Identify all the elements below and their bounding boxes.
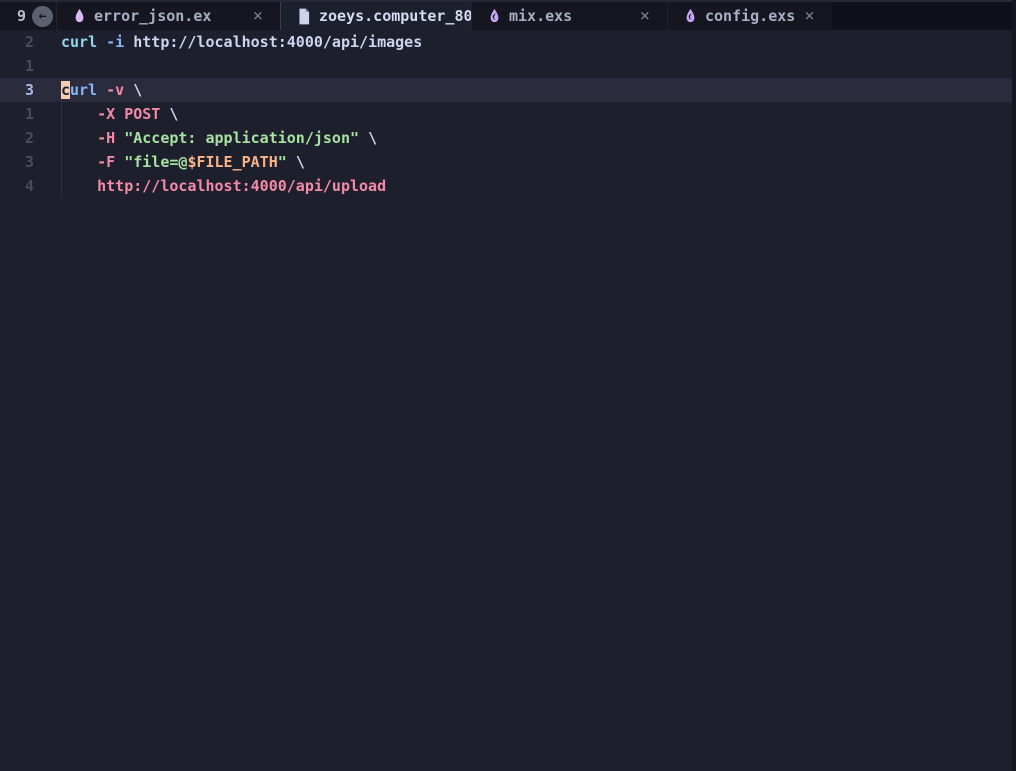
code-area: 2 curl -i http://localhost:4000/api/image… — [0, 30, 1016, 198]
code-line[interactable]: 2 -H "Accept: application/json" \ — [0, 126, 1016, 150]
code-token: \ — [296, 153, 305, 171]
code-text: curl -v \ — [61, 78, 142, 102]
line-number: 3 — [0, 78, 34, 102]
code-token: \ — [169, 105, 178, 123]
tab-label: zoeys.computer_80 — [319, 7, 471, 25]
code-token: -i — [106, 33, 124, 51]
code-token — [359, 129, 368, 147]
code-token: " — [278, 153, 287, 171]
code-token: \ — [368, 129, 377, 147]
code-line[interactable]: 3 -F "file=@$FILE_PATH" \ — [0, 150, 1016, 174]
tab-bar-left-controls: 9 ← — [0, 2, 56, 30]
code-text: -X POST \ — [61, 102, 178, 126]
line-number: 2 — [0, 30, 34, 54]
tab-config-exs[interactable]: config.exs × — [667, 2, 832, 30]
code-text: -H "Accept: application/json" \ — [61, 126, 377, 150]
elixir-script-icon — [684, 8, 697, 25]
tab-bar-empty-space — [832, 2, 1016, 30]
tab-error-json-ex[interactable]: error_json.ex × — [56, 2, 280, 30]
back-button[interactable]: ← — [32, 6, 53, 27]
line-number: 2 — [0, 126, 34, 150]
code-text: -F "file=@$FILE_PATH" \ — [61, 150, 305, 174]
line-number: 1 — [0, 102, 34, 126]
code-token — [61, 105, 97, 123]
back-arrow-icon: ← — [39, 6, 47, 27]
code-token — [97, 81, 106, 99]
text-cursor: c — [61, 81, 70, 99]
code-token — [115, 153, 124, 171]
code-text: http://localhost:4000/api/upload — [61, 174, 386, 198]
code-token: \ — [133, 81, 142, 99]
code-line[interactable]: 3 curl -v \ — [0, 78, 1016, 102]
tab-label: mix.exs — [509, 7, 572, 25]
code-token — [97, 33, 106, 51]
code-token — [124, 81, 133, 99]
code-token: url — [70, 81, 97, 99]
elixir-droplet-icon — [73, 8, 86, 25]
code-line[interactable]: 1 — [0, 54, 1016, 78]
window-right-edge — [1012, 0, 1016, 771]
tab-zoeys-computer[interactable]: zoeys.computer_80… × — [280, 2, 471, 30]
code-token: -v — [106, 81, 124, 99]
close-icon[interactable]: × — [639, 8, 651, 25]
code-token — [61, 129, 97, 147]
close-icon[interactable]: × — [252, 8, 264, 25]
tab-label: config.exs — [705, 7, 795, 25]
code-token: http://localhost:4000/api/images — [124, 33, 422, 51]
code-token — [287, 153, 296, 171]
editor-pane[interactable]: 2 curl -i http://localhost:4000/api/image… — [0, 30, 1016, 771]
code-token — [115, 129, 124, 147]
code-line[interactable]: 1 -X POST \ — [0, 102, 1016, 126]
code-token: "file=@ — [124, 153, 187, 171]
pane-indicator: 9 — [17, 7, 26, 25]
tab-label: error_json.ex — [94, 7, 211, 25]
code-token: -F — [97, 153, 115, 171]
code-token: curl — [61, 33, 97, 51]
code-token — [61, 177, 97, 195]
code-token: http://localhost:4000/api/upload — [97, 177, 386, 195]
line-number: 3 — [0, 150, 34, 174]
code-token — [61, 153, 97, 171]
line-number: 4 — [0, 174, 34, 198]
elixir-script-icon — [488, 8, 501, 25]
file-document-icon — [297, 8, 311, 25]
tab-bar: 9 ← error_json.ex × zoeys.computer_80… ×… — [0, 0, 1016, 30]
close-icon[interactable]: × — [803, 8, 815, 25]
code-token: -H — [97, 129, 115, 147]
line-number: 1 — [0, 54, 34, 78]
code-text: curl -i http://localhost:4000/api/images — [61, 30, 422, 54]
code-line[interactable]: 4 http://localhost:4000/api/upload — [0, 174, 1016, 198]
code-token: -X POST — [97, 105, 160, 123]
tab-mix-exs[interactable]: mix.exs × — [471, 2, 667, 30]
code-token: $FILE_PATH — [187, 153, 277, 171]
code-line[interactable]: 2 curl -i http://localhost:4000/api/image… — [0, 30, 1016, 54]
code-token: "Accept: application/json" — [124, 129, 359, 147]
